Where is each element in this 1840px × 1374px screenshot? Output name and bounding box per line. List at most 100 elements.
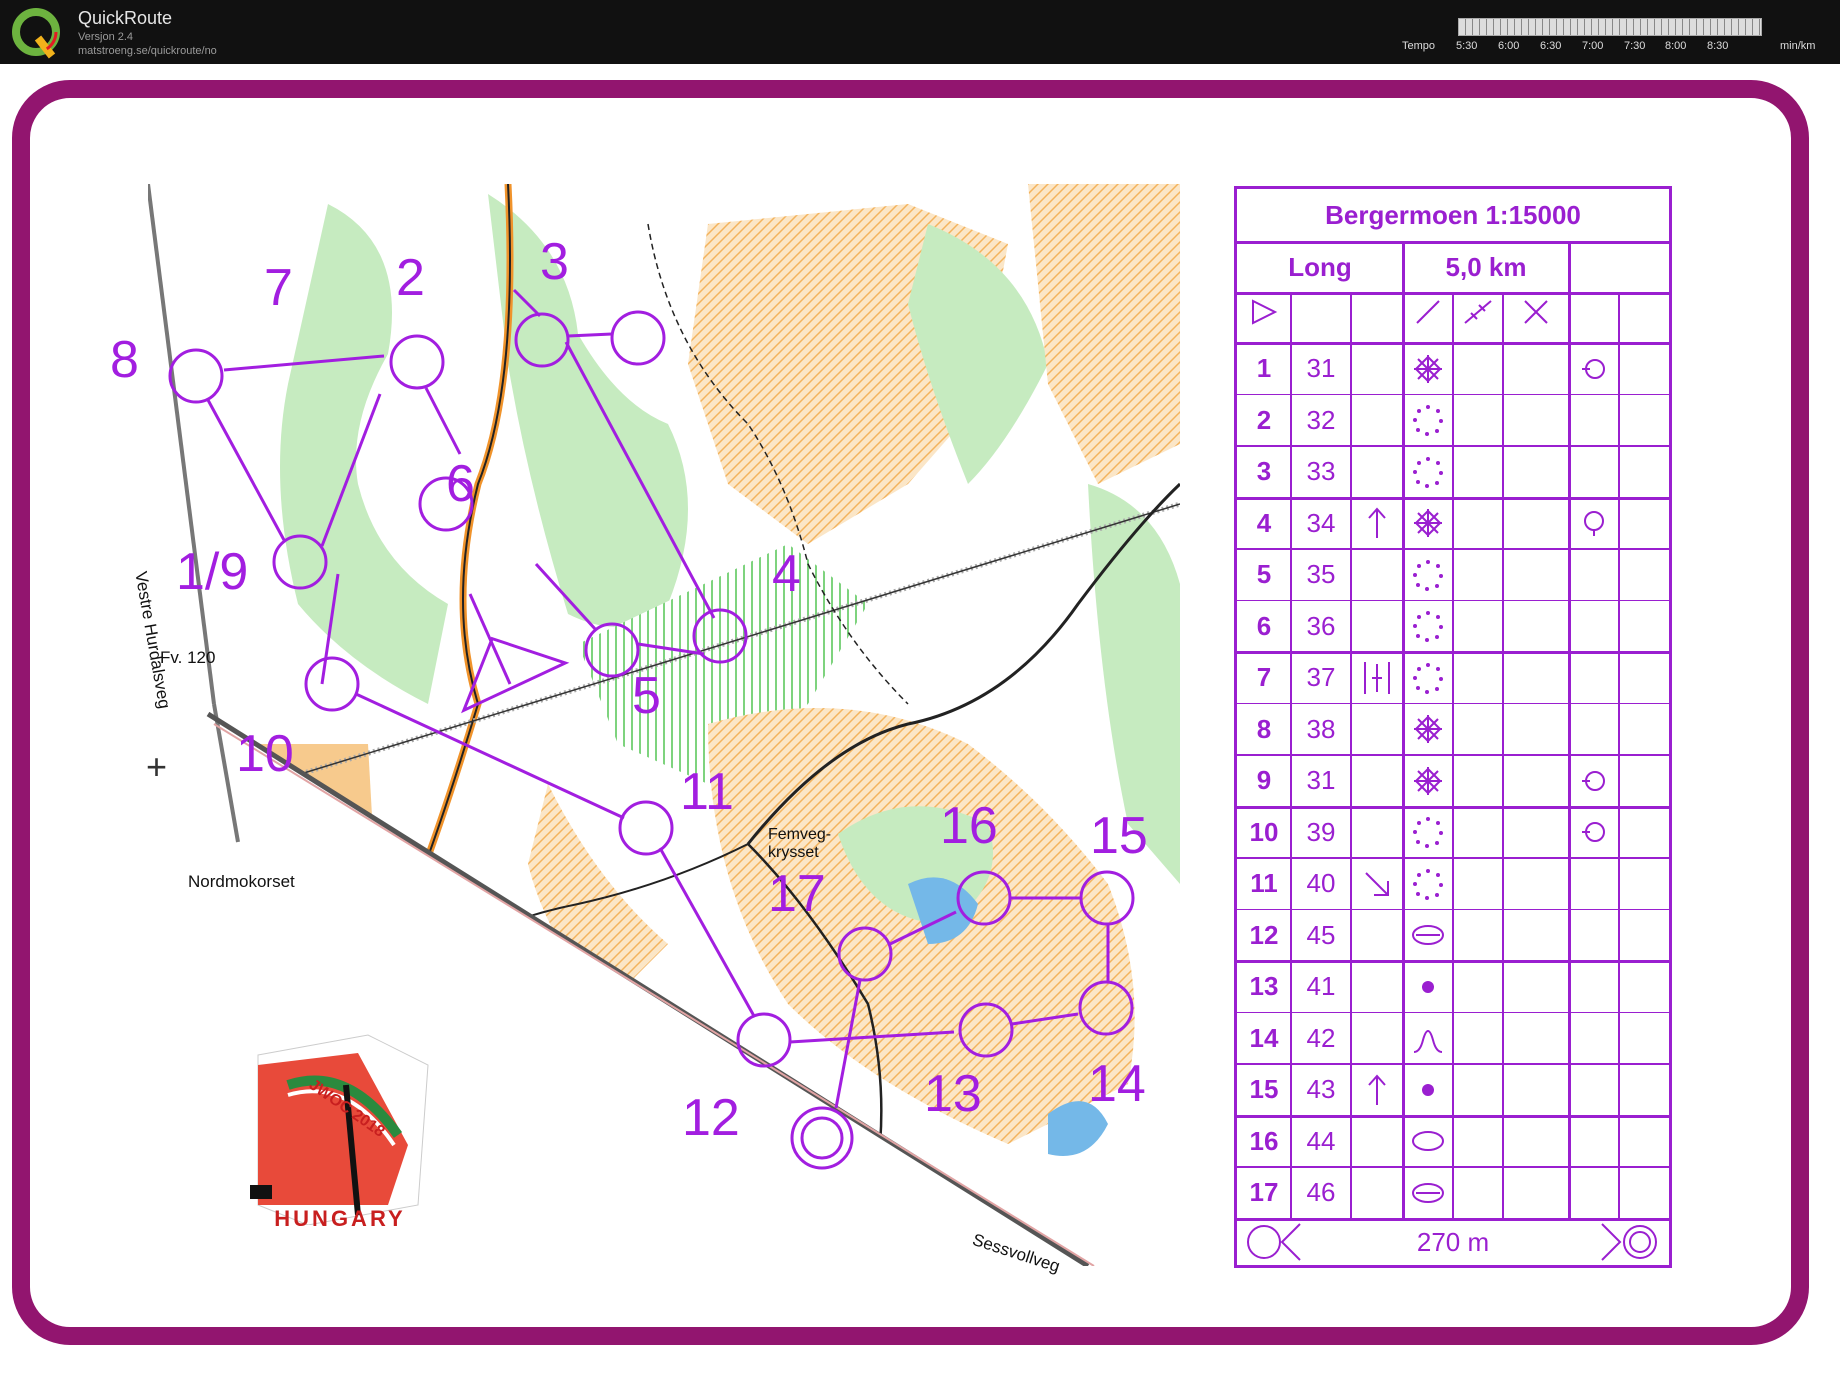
row-number: 16 xyxy=(1249,1125,1279,1156)
control-description-sheet: Bergermoen 1:15000 Long 5,0 km 1 31 2 32 3 33 4 3… xyxy=(1234,186,1672,1268)
location-symbol-icon xyxy=(1569,343,1619,395)
row-number: 13 xyxy=(1249,971,1279,1001)
row-number: 3 xyxy=(1256,456,1272,486)
table-grid-line xyxy=(1618,293,1620,1219)
arrow-north-icon xyxy=(1351,498,1403,550)
feature-symbol-icon xyxy=(1403,961,1453,1013)
control-label: 17 xyxy=(768,865,826,923)
feature-symbol-icon xyxy=(1403,1167,1453,1219)
control-code: 46 xyxy=(1306,1177,1336,1207)
control-label: 8 xyxy=(110,331,139,389)
feature-symbol-icon xyxy=(1403,807,1453,859)
control-label: 12 xyxy=(682,1089,740,1147)
feature-symbol-icon xyxy=(1403,910,1453,962)
app-version: Versjon 2.4 xyxy=(78,31,134,43)
control-code: 45 xyxy=(1306,919,1336,950)
arrow-north-icon xyxy=(1351,1064,1403,1116)
location-symbol-icon xyxy=(1569,807,1619,859)
control-code: 42 xyxy=(1306,1022,1336,1053)
control-label: 4 xyxy=(772,545,801,603)
arrow-southeast-icon xyxy=(1351,858,1403,910)
control-code: 33 xyxy=(1306,456,1336,486)
table-grid-line xyxy=(1350,293,1352,1219)
start-triangle-icon xyxy=(1237,293,1291,343)
row-number: 9 xyxy=(1256,765,1272,795)
control-code: 40 xyxy=(1306,868,1336,898)
control-code: 36 xyxy=(1306,610,1336,641)
junction-x-icon xyxy=(1503,293,1569,343)
crosshair-icon: + xyxy=(146,746,168,787)
feature-symbol-icon xyxy=(1403,601,1453,653)
control-label: 14 xyxy=(1088,1055,1146,1113)
control-code: 34 xyxy=(1306,507,1336,538)
feature-symbol-icon xyxy=(1403,1116,1453,1168)
crossing-line-icon xyxy=(1453,293,1503,343)
control-code: 44 xyxy=(1306,1125,1336,1156)
row-number: 12 xyxy=(1249,919,1279,950)
control-label: 11 xyxy=(680,763,734,821)
app-title: QuickRoute xyxy=(78,8,173,28)
tempo-label: Tempo xyxy=(1402,40,1436,52)
control-code: 37 xyxy=(1306,662,1336,692)
feature-symbol-icon xyxy=(1403,704,1453,756)
row-number: 5 xyxy=(1256,559,1272,589)
feature-symbol-icon xyxy=(1403,858,1453,910)
logo-text: HUNGARY xyxy=(274,1206,406,1231)
row-number: 6 xyxy=(1256,610,1272,641)
feature-line-icon xyxy=(1403,293,1453,343)
row-number: 8 xyxy=(1256,713,1272,744)
row-number: 15 xyxy=(1249,1074,1279,1104)
control-code: 43 xyxy=(1306,1074,1336,1104)
control-code: 41 xyxy=(1306,971,1336,1001)
control-label: 5 xyxy=(632,667,661,725)
table-grid-line xyxy=(1568,293,1571,1219)
row-number: 4 xyxy=(1256,507,1272,538)
feature-symbol-icon xyxy=(1403,1013,1453,1065)
table-grid-line xyxy=(1402,241,1405,293)
course-class-label: Long xyxy=(1288,252,1352,282)
tempo-tick: 5:30 xyxy=(1456,40,1478,52)
course-length-label: 5,0 km xyxy=(1445,252,1527,282)
control-label: 10 xyxy=(236,725,294,783)
control-code: 32 xyxy=(1306,404,1336,435)
app-url: matstroeng.se/quickroute/no xyxy=(78,45,217,57)
quickroute-logo-icon xyxy=(12,8,60,59)
feature-symbol-icon xyxy=(1403,549,1453,601)
control-code: 31 xyxy=(1306,765,1336,795)
control-label: 2 xyxy=(396,249,425,307)
control-label: 15 xyxy=(1090,807,1148,865)
control-label: 6 xyxy=(446,455,475,513)
feature-symbol-icon xyxy=(1403,498,1453,550)
jwoc-logo: JWOC 2018 xyxy=(250,1034,429,1225)
control-code: 35 xyxy=(1306,559,1336,589)
control-code: 38 xyxy=(1306,713,1336,744)
row-number: 17 xyxy=(1249,1177,1279,1207)
control-label: 3 xyxy=(540,233,569,291)
feature-symbol-icon xyxy=(1403,446,1453,498)
feature-symbol-icon xyxy=(1403,1064,1453,1116)
row-number: 1 xyxy=(1256,353,1272,383)
tempo-tick: 7:30 xyxy=(1624,40,1646,52)
control-label: 13 xyxy=(924,1065,982,1123)
location-symbol-icon xyxy=(1569,755,1619,807)
feature-symbol-icon xyxy=(1403,343,1453,395)
feature-symbol-icon xyxy=(1403,652,1453,704)
table-grid-line xyxy=(1452,293,1454,1219)
control-label: 16 xyxy=(940,797,998,855)
tempo-tick: 6:00 xyxy=(1498,40,1520,52)
tempo-tick: 8:30 xyxy=(1707,40,1729,52)
location-symbol-icon xyxy=(1569,498,1619,550)
control-label: 1/9 xyxy=(176,543,249,601)
tempo-tick: 8:00 xyxy=(1665,40,1687,52)
table-grid-line xyxy=(1290,293,1292,1219)
row-number: 2 xyxy=(1256,404,1272,435)
place-label-femvegkrysset: Femveg- krysset xyxy=(768,826,832,861)
feature-symbol-icon xyxy=(1403,755,1453,807)
table-grid-line xyxy=(1568,241,1571,293)
place-label-nordmokorset: Nordmokorset xyxy=(188,872,295,891)
description-title: Bergermoen 1:15000 xyxy=(1237,189,1669,244)
row-number: 11 xyxy=(1250,868,1278,898)
app-header: QuickRoute Versjon 2.4 matstroeng.se/qui… xyxy=(0,0,1840,64)
feature-symbol-icon xyxy=(1403,395,1453,447)
row-number: 7 xyxy=(1256,662,1272,692)
